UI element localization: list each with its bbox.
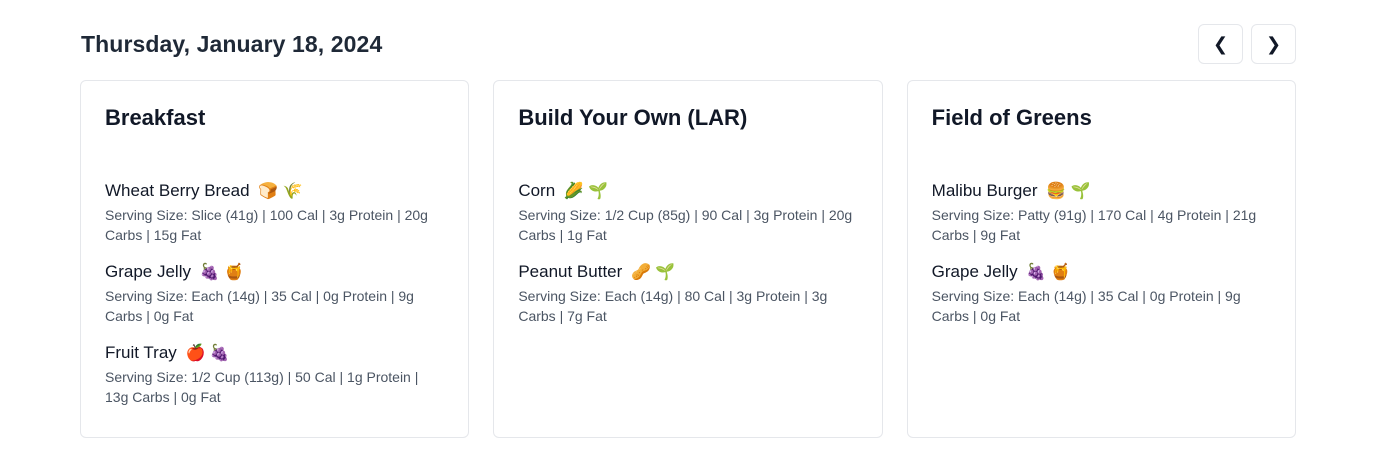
- menu-card-breakfast: Breakfast Wheat Berry Bread 🍞 🌾 Serving …: [80, 80, 470, 438]
- food-item-list: Wheat Berry Bread 🍞 🌾 Serving Size: Slic…: [105, 180, 444, 407]
- food-item-list: Corn 🌽 🌱 Serving Size: 1/2 Cup (85g) | 9…: [518, 180, 857, 326]
- date-title: Thursday, January 18, 2024: [81, 30, 383, 57]
- food-item-name: Corn: [518, 181, 556, 200]
- menu-card-build-your-own: Build Your Own (LAR) Corn 🌽 🌱 Serving Si…: [493, 80, 883, 438]
- menu-card-field-of-greens: Field of Greens Malibu Burger 🍔 🌱 Servin…: [906, 80, 1296, 438]
- previous-day-button[interactable]: ❮: [1198, 24, 1243, 64]
- food-item-nutrition: Serving Size: 1/2 Cup (85g) | 90 Cal | 3…: [518, 207, 853, 243]
- card-title: Build Your Own (LAR): [518, 105, 748, 130]
- food-item-name-row: Grape Jelly 🍇 🍯: [932, 261, 1271, 284]
- food-emoji-icon: 🥜 🌱: [631, 264, 676, 281]
- food-emoji-icon: 🍞 🌾: [258, 183, 303, 200]
- food-item-nutrition: Serving Size: Each (14g) | 80 Cal | 3g P…: [518, 288, 828, 324]
- food-emoji-icon: 🍎 🍇: [185, 345, 230, 362]
- food-item: Fruit Tray 🍎 🍇 Serving Size: 1/2 Cup (11…: [105, 342, 444, 407]
- menu-cards: Breakfast Wheat Berry Bread 🍞 🌾 Serving …: [80, 80, 1296, 438]
- food-emoji-icon: 🍇 🍯: [1026, 264, 1071, 281]
- chevron-right-icon: ❯: [1265, 33, 1282, 54]
- food-item: Malibu Burger 🍔 🌱 Serving Size: Patty (9…: [932, 180, 1271, 245]
- date-navigation: ❮ ❯: [1198, 24, 1296, 64]
- food-emoji-icon: 🍇 🍯: [199, 264, 245, 281]
- food-item-name: Wheat Berry Bread: [105, 181, 250, 200]
- food-item-name: Fruit Tray: [105, 343, 177, 362]
- food-item: Peanut Butter 🥜 🌱 Serving Size: Each (14…: [518, 261, 857, 326]
- card-title: Breakfast: [105, 105, 206, 130]
- food-item-name: Grape Jelly: [105, 262, 191, 281]
- food-item-name-row: Peanut Butter 🥜 🌱: [518, 261, 857, 284]
- card-title: Field of Greens: [931, 105, 1092, 130]
- food-item-name: Grape Jelly: [931, 262, 1018, 281]
- food-item-nutrition: Serving Size: Slice (41g) | 100 Cal | 3g…: [105, 207, 428, 243]
- food-item-nutrition: Serving Size: Each (14g) | 35 Cal | 0g P…: [105, 288, 414, 324]
- food-item-nutrition: Serving Size: Patty (91g) | 170 Cal | 4g…: [931, 207, 1257, 243]
- food-item-name-row: Corn 🌽 🌱: [518, 180, 857, 203]
- food-item-list: Malibu Burger 🍔 🌱 Serving Size: Patty (9…: [932, 180, 1271, 326]
- food-item: Grape Jelly 🍇 🍯 Serving Size: Each (14g)…: [932, 261, 1271, 326]
- food-item: Wheat Berry Bread 🍞 🌾 Serving Size: Slic…: [105, 180, 444, 245]
- food-item-name-row: Wheat Berry Bread 🍞 🌾: [105, 180, 444, 203]
- next-day-button[interactable]: ❯: [1251, 24, 1296, 64]
- food-emoji-icon: 🍔 🌱: [1046, 183, 1091, 200]
- food-item-nutrition: Serving Size: Each (14g) | 35 Cal | 0g P…: [931, 288, 1241, 324]
- food-item: Grape Jelly 🍇 🍯 Serving Size: Each (14g)…: [105, 261, 444, 326]
- food-emoji-icon: 🌽 🌱: [563, 183, 609, 200]
- food-item: Corn 🌽 🌱 Serving Size: 1/2 Cup (85g) | 9…: [518, 180, 857, 245]
- page-header: Thursday, January 18, 2024 ❮ ❯: [81, 24, 1296, 64]
- food-item-name-row: Malibu Burger 🍔 🌱: [932, 180, 1271, 203]
- food-item-name: Peanut Butter: [518, 262, 623, 281]
- food-item-name-row: Grape Jelly 🍇 🍯: [105, 261, 444, 284]
- food-item-nutrition: Serving Size: 1/2 Cup (113g) | 50 Cal | …: [105, 369, 419, 405]
- food-item-name: Malibu Burger: [931, 181, 1038, 200]
- chevron-left-icon: ❮: [1212, 33, 1229, 54]
- food-item-name-row: Fruit Tray 🍎 🍇: [105, 342, 444, 365]
